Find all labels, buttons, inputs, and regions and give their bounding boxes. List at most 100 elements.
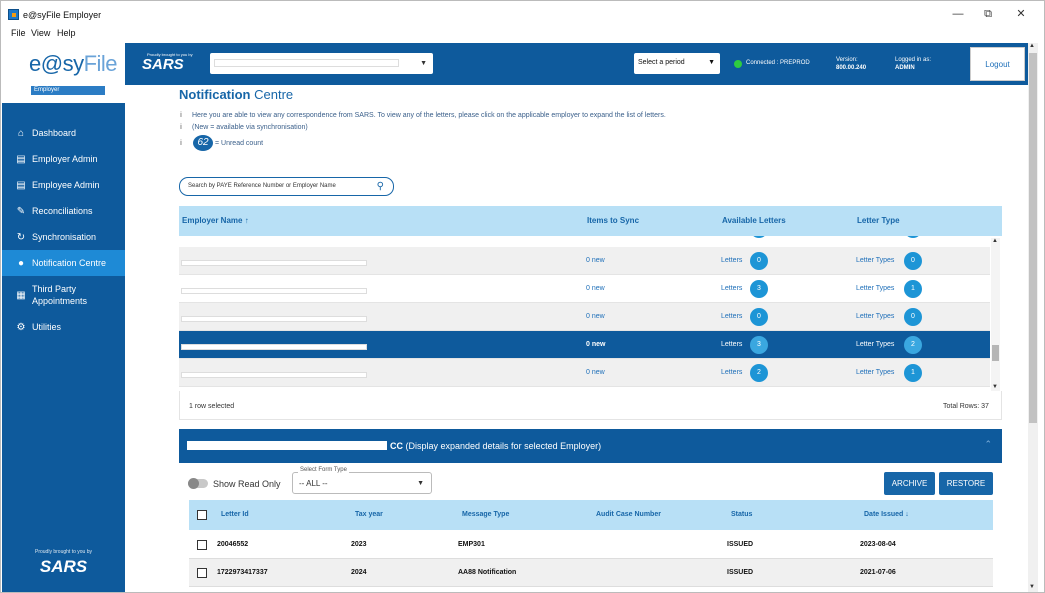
letter-types-link[interactable]: Letter Types xyxy=(856,285,894,292)
letters-count-badge: 2 xyxy=(750,364,768,382)
sidebar-item-employee-admin[interactable]: ▤ Employee Admin xyxy=(2,172,125,198)
items-to-sync-link[interactable]: 0 new xyxy=(586,285,605,292)
sidebar-item-label: Notification Centre xyxy=(32,258,107,268)
column-tax-year[interactable]: Tax year xyxy=(355,511,383,518)
column-message-type[interactable]: Message Type xyxy=(462,511,509,518)
letter-types-count-badge: 1 xyxy=(904,280,922,298)
scrollbar-thumb[interactable] xyxy=(992,345,999,361)
total-rows-text: Total Rows: 37 xyxy=(943,403,989,410)
letter-types-link[interactable]: Letter Types xyxy=(856,313,894,320)
search-input[interactable]: Search by PAYE Reference Number or Emplo… xyxy=(179,177,394,196)
table-row[interactable]: 0 new Letters 0 Letter Types 0 xyxy=(179,303,990,331)
letters-count-badge: 3 xyxy=(750,280,768,298)
menu-file[interactable]: File xyxy=(11,28,26,38)
date-issued: 2023-08-04 xyxy=(860,541,896,548)
row-checkbox[interactable] xyxy=(197,540,207,550)
column-date-issued[interactable]: Date Issued ↓ xyxy=(864,511,909,518)
main-scrollbar[interactable]: ▲ ▼ xyxy=(1028,43,1038,592)
table-row-selected[interactable]: 0 new Letters 3 Letter Types 2 xyxy=(179,331,990,359)
sidebar-item-synchronisation[interactable]: ↻ Synchronisation xyxy=(2,224,125,250)
letter-id: 20046552 xyxy=(217,541,249,548)
chevron-up-icon[interactable]: ⌃ xyxy=(984,439,992,450)
sidebar-item-reconciliations[interactable]: ✎ Reconciliations xyxy=(2,198,125,224)
employer-select[interactable]: ▼ xyxy=(210,53,433,74)
letter-types-count-badge: 0 xyxy=(904,308,922,326)
employer-grid-header: Employer Name ↑ Items to Sync Available … xyxy=(179,206,1002,236)
expanded-employer-header[interactable]: CC (Display expanded details for selecte… xyxy=(179,429,1002,463)
letters-link[interactable]: Letters xyxy=(721,341,742,348)
employer-name-redacted xyxy=(187,441,387,450)
select-all-checkbox[interactable] xyxy=(197,510,207,520)
scroll-up-icon[interactable]: ▲ xyxy=(1029,43,1035,49)
column-status[interactable]: Status xyxy=(731,511,752,518)
column-employer-name[interactable]: Employer Name ↑ xyxy=(182,216,249,225)
sidebar-item-dashboard[interactable]: ⌂ Dashboard xyxy=(2,120,125,146)
info-line-1: i Here you are able to view any correspon… xyxy=(180,112,666,119)
table-row[interactable]: 0 new Letters 3 Letter Types 1 xyxy=(179,275,990,303)
letters-link[interactable]: Letters xyxy=(721,285,742,292)
letters-count-badge: 3 xyxy=(750,336,768,354)
user-value: ADMIN xyxy=(895,65,915,71)
column-items-to-sync[interactable]: Items to Sync xyxy=(587,216,639,225)
info-line-2: i (New = available via synchronisation) xyxy=(180,124,308,131)
row-checkbox[interactable] xyxy=(197,568,207,578)
scroll-down-icon[interactable]: ▼ xyxy=(992,384,998,390)
column-available-letters[interactable]: Available Letters xyxy=(722,216,786,225)
chevron-down-icon: ▼ xyxy=(417,480,424,487)
restore-button[interactable]: RESTORE xyxy=(939,472,993,495)
letter-types-link[interactable]: Letter Types xyxy=(856,257,894,264)
message-type: EMP301 xyxy=(458,541,485,548)
logout-button[interactable]: Logout xyxy=(970,47,1025,81)
letters-link[interactable]: Letters xyxy=(721,257,742,264)
column-audit-case-number[interactable]: Audit Case Number xyxy=(596,511,661,518)
tax-year: 2023 xyxy=(351,541,367,548)
sidebar-item-label: Third Party Appointments xyxy=(32,284,88,306)
period-select[interactable]: Select a period ▼ xyxy=(634,53,720,74)
letters-link[interactable]: Letters xyxy=(721,369,742,376)
gears-icon: ⚙ xyxy=(16,321,26,333)
unread-count-badge: 62 xyxy=(193,135,213,151)
scrollbar-thumb[interactable] xyxy=(1029,53,1037,423)
letter-types-link[interactable]: Letter Types xyxy=(856,341,894,348)
letters-link[interactable]: Letters xyxy=(721,313,742,320)
info-icon: i xyxy=(180,140,182,147)
minimize-button[interactable]: — xyxy=(948,6,968,22)
items-to-sync-link[interactable]: 0 new xyxy=(586,369,605,376)
letter-types-link[interactable]: Letter Types xyxy=(856,369,894,376)
sidebar-footer-caption: Proudly brought to you by xyxy=(35,549,92,555)
letters-count-badge: 0 xyxy=(750,252,768,270)
sidebar-item-third-party-appointments[interactable]: ▦ Third Party Appointments xyxy=(2,280,125,310)
table-row[interactable]: 0 new Letters 0 Letter Types 0 xyxy=(179,247,990,275)
form-type-select[interactable]: Select Form Type -- ALL -- ▼ xyxy=(292,467,432,494)
letter-row[interactable]: 20046552 2023 EMP301 ISSUED 2023-08-04 xyxy=(189,531,993,559)
letters-count-badge xyxy=(750,236,768,238)
sidebar-item-utilities[interactable]: ⚙ Utilities xyxy=(2,314,125,340)
grid-scrollbar[interactable]: ▲ ▼ xyxy=(991,238,1000,391)
letter-row[interactable]: 1722973417337 2024 AA88 Notification ISS… xyxy=(189,559,993,587)
sidebar-item-employer-admin[interactable]: ▤ Employer Admin xyxy=(2,146,125,172)
items-to-sync-link[interactable]: 0 new xyxy=(586,341,605,348)
employer-name-cell xyxy=(181,344,367,350)
items-to-sync-link[interactable]: 0 new xyxy=(586,257,605,264)
letter-types-count-badge: 2 xyxy=(904,336,922,354)
column-letter-id[interactable]: Letter Id xyxy=(221,511,249,518)
sync-icon: ↻ xyxy=(16,231,26,243)
close-button[interactable]: ✕ xyxy=(1011,6,1031,22)
page-title: Notification Centre xyxy=(179,87,294,102)
table-row[interactable]: 0 new Letters 2 Letter Types 1 xyxy=(179,359,990,387)
show-read-only-toggle[interactable] xyxy=(188,478,208,489)
items-to-sync-link[interactable]: 0 new xyxy=(586,313,605,320)
letter-types-count-badge: 0 xyxy=(904,252,922,270)
menu-bar: File View Help xyxy=(1,25,1044,41)
unread-count-label: = Unread count xyxy=(215,140,264,147)
scroll-up-icon[interactable]: ▲ xyxy=(992,238,998,244)
menu-view[interactable]: View xyxy=(31,28,50,38)
sidebar-item-notification-centre[interactable]: ● Notification Centre xyxy=(2,250,125,276)
letter-id: 1722973417337 xyxy=(217,569,268,576)
column-letter-type[interactable]: Letter Type xyxy=(857,216,900,225)
menu-help[interactable]: Help xyxy=(57,28,76,38)
archive-button[interactable]: ARCHIVE xyxy=(884,472,935,495)
scroll-down-icon[interactable]: ▼ xyxy=(1029,584,1035,590)
grid-footer xyxy=(179,391,1002,420)
restore-button[interactable]: ⧉ xyxy=(978,6,998,22)
